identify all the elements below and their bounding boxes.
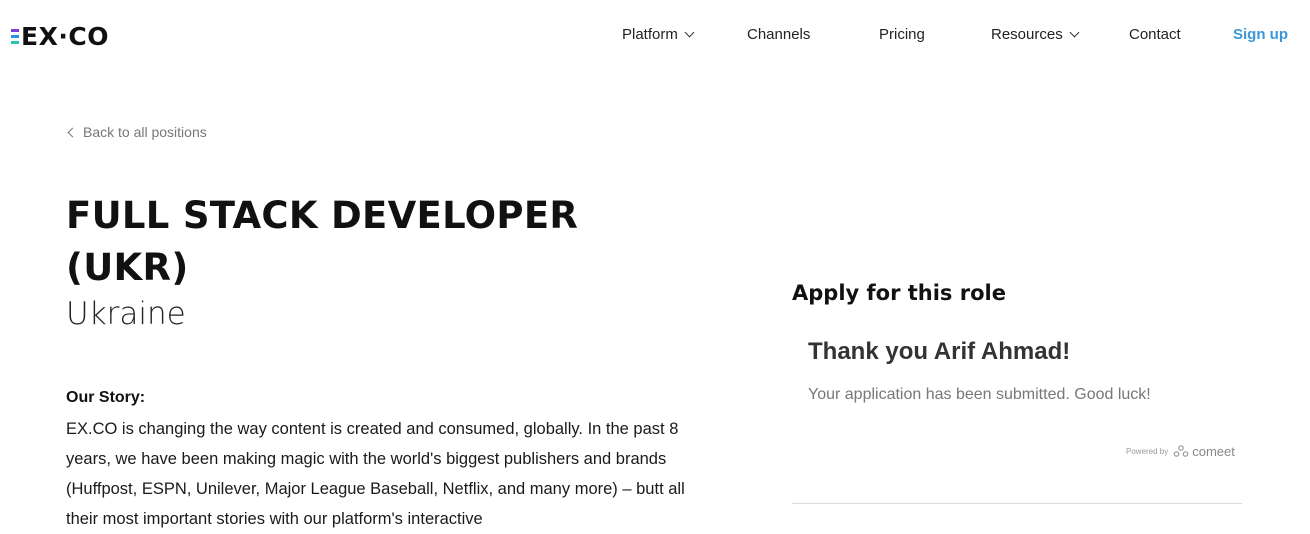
nav-label: Platform xyxy=(622,26,678,43)
nav-item-channels[interactable]: Channels xyxy=(747,26,810,43)
submission-confirmation: Your application has been submitted. Goo… xyxy=(808,386,1151,403)
nav-item-pricing[interactable]: Pricing xyxy=(879,26,925,43)
apply-heading: Apply for this role xyxy=(792,281,1006,305)
story-heading: Our Story: xyxy=(66,389,146,406)
nav-label: Channels xyxy=(747,26,811,43)
nav-label: Pricing xyxy=(879,26,925,43)
back-to-positions-link[interactable]: Back to all positions xyxy=(66,124,207,140)
powered-by-label: Powered by xyxy=(1126,447,1169,456)
nav-item-resources[interactable]: Resources xyxy=(991,26,1080,43)
comeet-brand: comeet xyxy=(1192,444,1235,459)
thank-you-message: Thank you Arif Ahmad! xyxy=(808,338,1071,365)
job-location: Ukraine xyxy=(66,296,186,332)
nav-label: Resources xyxy=(991,26,1063,43)
powered-by-comeet[interactable]: Powered by comeet xyxy=(1126,444,1235,459)
chevron-left-icon xyxy=(67,127,78,137)
job-title: FULL STACK DEVELOPER (UKR) xyxy=(66,194,579,289)
signup-link[interactable]: Sign up xyxy=(1233,26,1288,43)
logo-text: EX·CO xyxy=(21,21,109,51)
logo-mark-icon xyxy=(11,28,19,44)
exco-logo[interactable]: EX·CO xyxy=(11,22,109,50)
nav-item-contact[interactable]: Contact xyxy=(1129,26,1181,43)
back-link-label: Back to all positions xyxy=(83,124,207,140)
chevron-down-icon xyxy=(684,27,695,38)
nav-label: Contact xyxy=(1129,26,1181,43)
chevron-down-icon xyxy=(1069,27,1080,38)
nav-item-platform[interactable]: Platform xyxy=(622,26,695,43)
top-navigation: EX·CO Platform Channels Pricing Resource… xyxy=(0,0,1310,72)
form-divider xyxy=(792,503,1242,504)
story-text: EX.CO is changing the way content is cre… xyxy=(66,420,685,528)
comeet-logo-icon xyxy=(1173,444,1189,457)
